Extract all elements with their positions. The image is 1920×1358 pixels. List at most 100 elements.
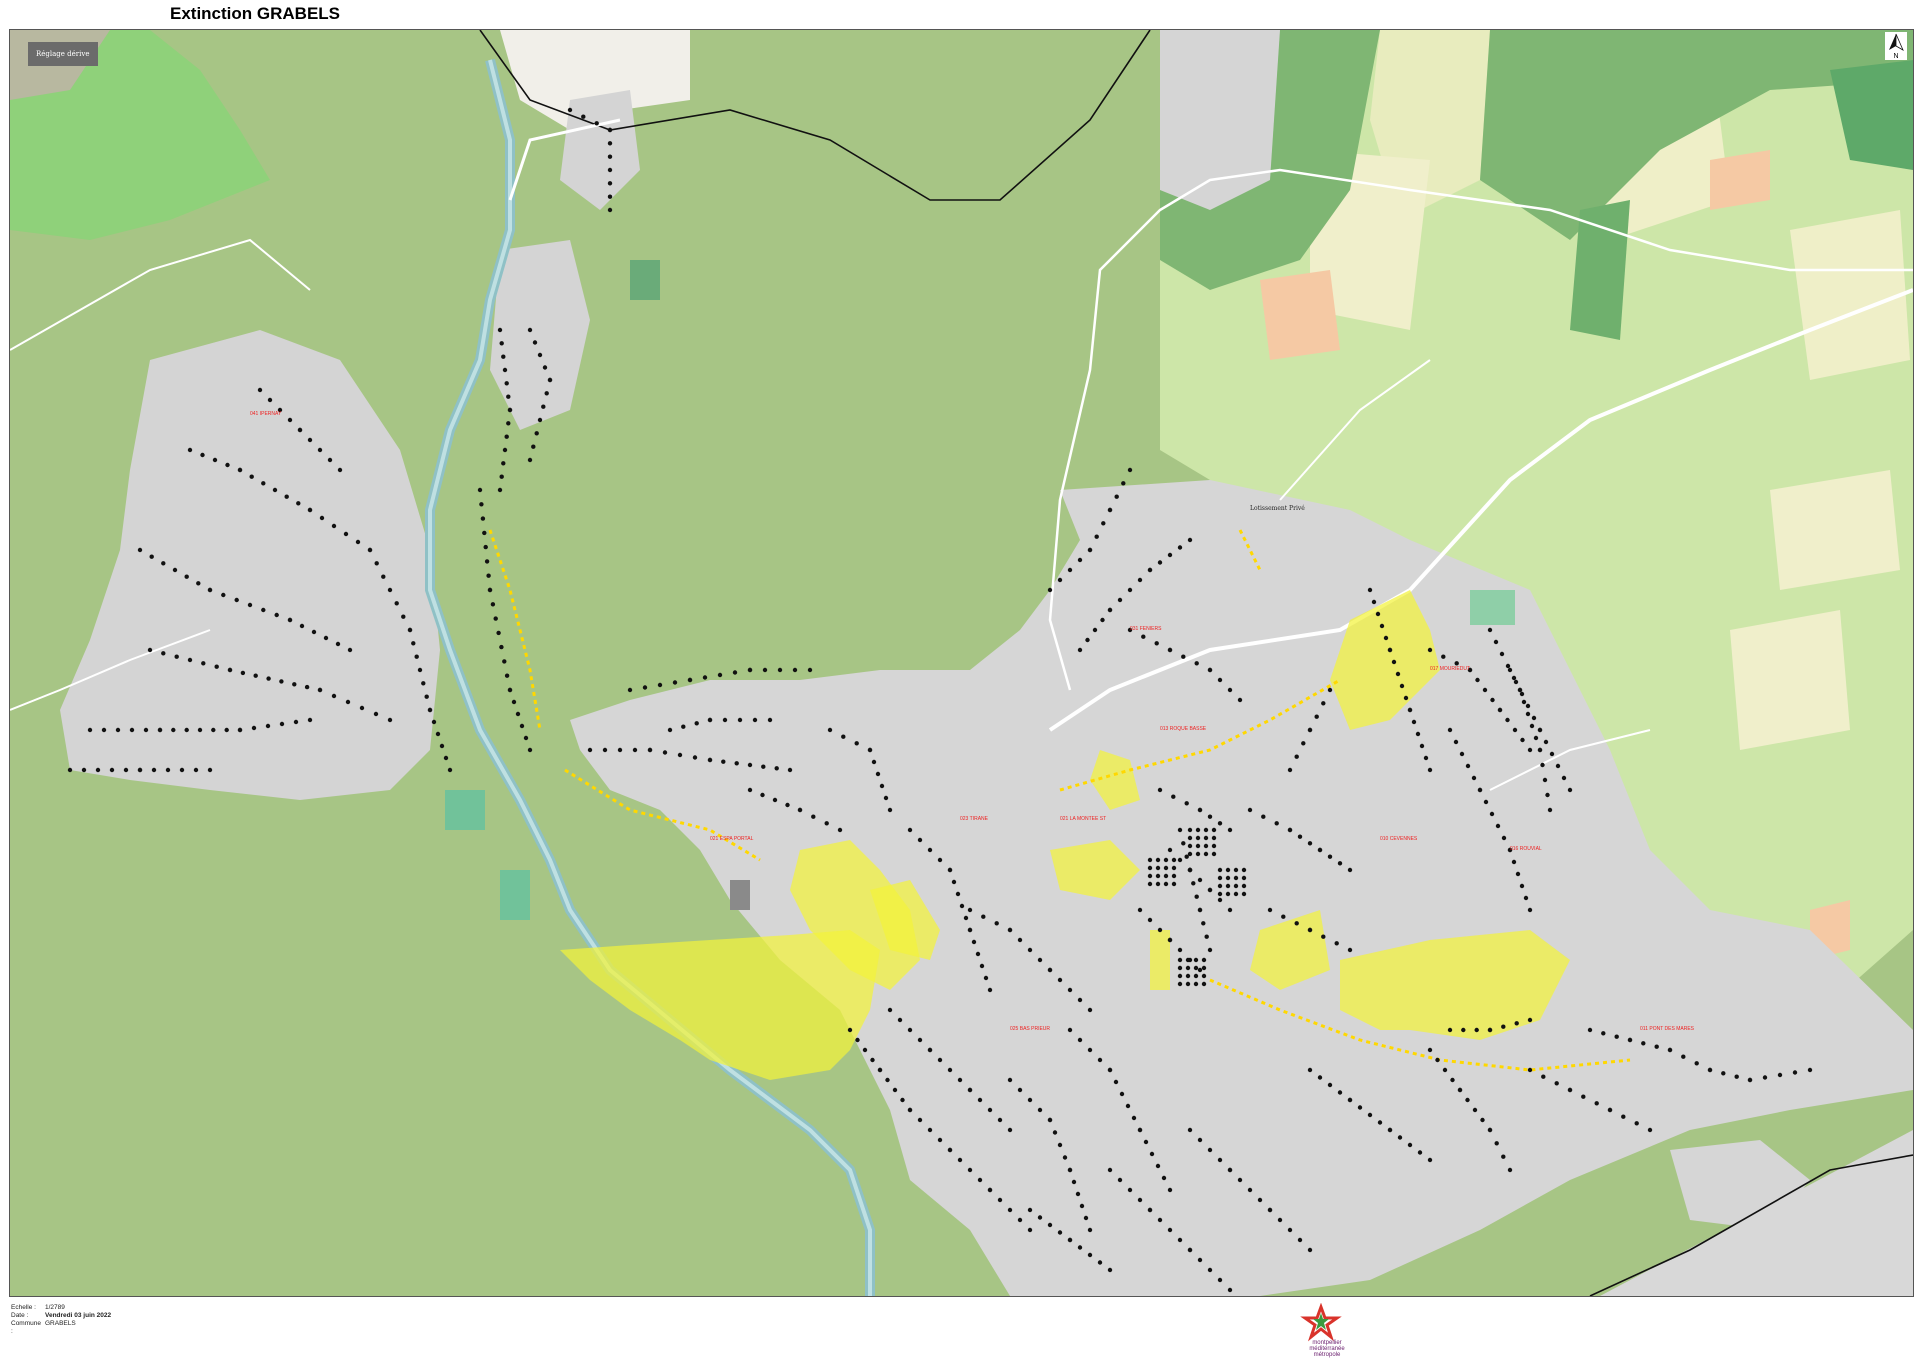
streetlight-marker[interactable] <box>1201 921 1206 926</box>
streetlight-marker[interactable] <box>531 444 536 449</box>
streetlight-marker[interactable] <box>883 795 889 801</box>
streetlight-marker[interactable] <box>1185 981 1191 987</box>
streetlight-marker[interactable] <box>1185 957 1191 963</box>
streetlight-marker[interactable] <box>1187 1247 1193 1253</box>
streetlight-marker[interactable] <box>1217 897 1223 903</box>
streetlight-marker[interactable] <box>607 154 613 159</box>
streetlight-marker[interactable] <box>165 767 171 773</box>
streetlight-marker[interactable] <box>359 705 365 711</box>
streetlight-marker[interactable] <box>1037 957 1043 963</box>
streetlight-marker[interactable] <box>1057 577 1063 583</box>
streetlight-marker[interactable] <box>607 207 613 213</box>
streetlight-marker[interactable] <box>1297 1237 1303 1243</box>
streetlight-marker[interactable] <box>1211 827 1217 833</box>
streetlight-marker[interactable] <box>511 699 517 705</box>
streetlight-marker[interactable] <box>1100 617 1105 623</box>
streetlight-marker[interactable] <box>267 397 273 403</box>
streetlight-marker[interactable] <box>1017 937 1023 943</box>
streetlight-marker[interactable] <box>1117 1177 1123 1183</box>
streetlight-marker[interactable] <box>1177 981 1183 987</box>
streetlight-marker[interactable] <box>1465 1097 1470 1103</box>
streetlight-marker[interactable] <box>373 711 379 717</box>
streetlight-marker[interactable] <box>1177 973 1183 979</box>
streetlight-marker[interactable] <box>1519 691 1525 697</box>
streetlight-marker[interactable] <box>1077 647 1083 653</box>
streetlight-marker[interactable] <box>1057 1230 1063 1235</box>
streetlight-marker[interactable] <box>544 391 549 396</box>
streetlight-marker[interactable] <box>1177 947 1183 953</box>
streetlight-marker[interactable] <box>272 487 278 493</box>
streetlight-marker[interactable] <box>381 574 386 579</box>
streetlight-marker[interactable] <box>197 727 203 733</box>
streetlight-marker[interactable] <box>1125 1103 1131 1109</box>
streetlight-marker[interactable] <box>1614 1034 1619 1039</box>
streetlight-marker[interactable] <box>187 447 193 453</box>
streetlight-marker[interactable] <box>240 670 246 676</box>
streetlight-marker[interactable] <box>959 903 965 909</box>
streetlight-marker[interactable] <box>1549 751 1555 757</box>
streetlight-marker[interactable] <box>307 507 313 513</box>
streetlight-marker[interactable] <box>207 767 213 773</box>
streetlight-marker[interactable] <box>1301 741 1306 746</box>
streetlight-marker[interactable] <box>1257 1197 1263 1203</box>
streetlight-marker[interactable] <box>414 654 419 659</box>
streetlight-marker[interactable] <box>265 723 271 729</box>
streetlight-marker[interactable] <box>1415 731 1421 737</box>
streetlight-marker[interactable] <box>200 452 205 458</box>
streetlight-marker[interactable] <box>1155 1163 1161 1169</box>
streetlight-marker[interactable] <box>201 661 206 666</box>
streetlight-marker[interactable] <box>967 927 973 933</box>
streetlight-marker[interactable] <box>937 1057 943 1063</box>
streetlight-marker[interactable] <box>627 687 633 693</box>
streetlight-marker[interactable] <box>1529 723 1535 729</box>
streetlight-marker[interactable] <box>1427 647 1433 653</box>
streetlight-marker[interactable] <box>292 682 297 687</box>
streetlight-marker[interactable] <box>506 394 511 399</box>
streetlight-marker[interactable] <box>172 567 178 573</box>
streetlight-marker[interactable] <box>1207 1147 1213 1153</box>
streetlight-marker[interactable] <box>224 727 229 733</box>
streetlight-marker[interactable] <box>1113 1079 1119 1085</box>
streetlight-marker[interactable] <box>1807 1067 1813 1073</box>
streetlight-marker[interactable] <box>1721 1071 1726 1076</box>
streetlight-marker[interactable] <box>1317 847 1323 853</box>
streetlight-marker[interactable] <box>1334 941 1339 946</box>
streetlight-marker[interactable] <box>1197 1137 1203 1143</box>
streetlight-marker[interactable] <box>1007 1077 1013 1083</box>
streetlight-marker[interactable] <box>1493 639 1499 645</box>
streetlight-marker[interactable] <box>987 1187 993 1193</box>
streetlight-marker[interactable] <box>284 494 289 499</box>
streetlight-marker[interactable] <box>1127 1187 1133 1193</box>
streetlight-marker[interactable] <box>1247 807 1253 813</box>
streetlight-marker[interactable] <box>1155 865 1161 871</box>
extinction-zone[interactable] <box>1150 930 1170 990</box>
streetlight-marker[interactable] <box>1184 801 1189 806</box>
streetlight-marker[interactable] <box>1527 747 1533 753</box>
streetlight-marker[interactable] <box>482 530 487 536</box>
streetlight-marker[interactable] <box>971 939 977 945</box>
streetlight-marker[interactable] <box>1377 1120 1383 1125</box>
streetlight-marker[interactable] <box>1067 567 1073 573</box>
streetlight-marker[interactable] <box>927 1127 933 1133</box>
streetlight-marker[interactable] <box>1474 1027 1479 1033</box>
streetlight-marker[interactable] <box>734 761 739 766</box>
streetlight-marker[interactable] <box>317 687 323 693</box>
streetlight-marker[interactable] <box>1561 775 1567 781</box>
streetlight-marker[interactable] <box>387 587 393 593</box>
streetlight-marker[interactable] <box>1171 873 1177 879</box>
streetlight-marker[interactable] <box>1037 1107 1043 1113</box>
streetlight-marker[interactable] <box>387 717 393 723</box>
streetlight-marker[interactable] <box>722 717 728 723</box>
streetlight-marker[interactable] <box>447 767 453 773</box>
streetlight-marker[interactable] <box>207 587 213 593</box>
streetlight-marker[interactable] <box>887 807 893 813</box>
streetlight-marker[interactable] <box>607 167 613 173</box>
streetlight-marker[interactable] <box>1317 1075 1323 1080</box>
streetlight-marker[interactable] <box>1247 1187 1253 1193</box>
streetlight-marker[interactable] <box>677 752 683 758</box>
streetlight-marker[interactable] <box>1497 707 1503 713</box>
streetlight-marker[interactable] <box>1007 1127 1013 1133</box>
streetlight-marker[interactable] <box>951 879 957 885</box>
streetlight-marker[interactable] <box>161 651 166 656</box>
streetlight-marker[interactable] <box>1379 623 1385 629</box>
